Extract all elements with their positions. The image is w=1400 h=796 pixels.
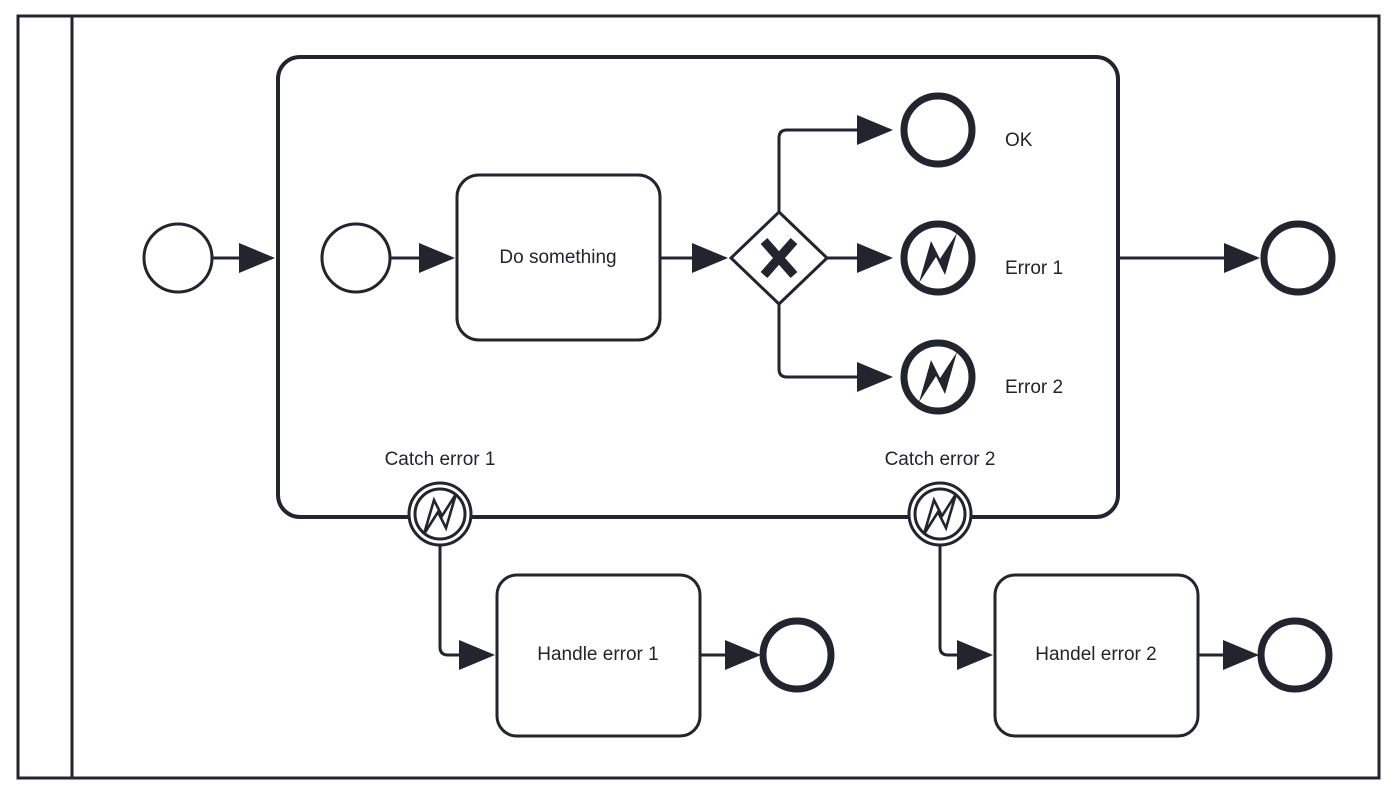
end-event-main[interactable] (1260, 220, 1336, 296)
end-event-circle (1257, 617, 1333, 693)
task-handle-error-2[interactable]: Handel error 2 (993, 573, 1200, 738)
boundary-event-2-label: Catch error 2 (885, 449, 996, 470)
end-event-ok-label: OK (1005, 130, 1033, 151)
embedded-subprocess[interactable] (276, 55, 1120, 519)
end-event-circle (1260, 220, 1336, 296)
diagram-canvas: Do something OK Error 1 Error 2 Catch er… (0, 0, 1400, 796)
end-event-error-1-label: Error 1 (1005, 258, 1063, 279)
subprocess-outline (276, 55, 1120, 519)
start-event-circle (320, 222, 392, 294)
boundary-event-1-label: Catch error 1 (385, 449, 496, 470)
end-event-handle-error-1[interactable] (759, 617, 835, 693)
task-label: Do something (499, 247, 616, 268)
start-event-circle (142, 222, 214, 294)
end-event-error-2-label: Error 2 (1005, 377, 1063, 398)
task-label: Handle error 1 (537, 644, 658, 665)
task-do-something[interactable]: Do something (455, 173, 662, 342)
end-event-circle (900, 92, 976, 168)
outer-start-event[interactable] (142, 222, 214, 294)
end-event-handle-error-2[interactable] (1257, 617, 1333, 693)
subprocess-start-event[interactable] (320, 222, 392, 294)
end-event-circle (759, 617, 835, 693)
task-label: Handel error 2 (1035, 644, 1156, 665)
bpmn-diagram: Do something OK Error 1 Error 2 Catch er… (16, 14, 1381, 780)
task-handle-error-1[interactable]: Handle error 1 (495, 573, 702, 738)
